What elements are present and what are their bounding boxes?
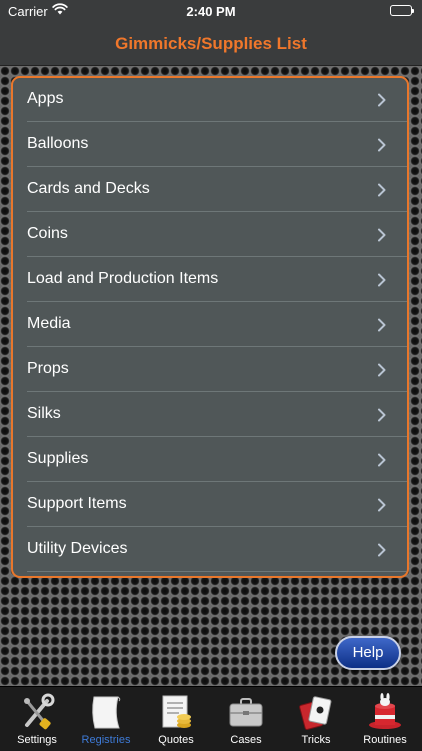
magic-hat-icon [369, 693, 401, 729]
chevron-right-icon [378, 273, 386, 287]
list-item-balloons[interactable]: Balloons [13, 123, 407, 167]
separator [27, 346, 407, 347]
tab-label: Registries [81, 734, 131, 746]
list-item-label: Utility Devices [27, 540, 128, 557]
tab-label: Routines [363, 734, 407, 746]
tab-label: Tricks [301, 734, 331, 746]
separator [27, 571, 407, 572]
separator [27, 256, 407, 257]
separator [27, 211, 407, 212]
separator [27, 121, 407, 122]
list-item-label: Props [27, 360, 69, 377]
status-bar: Carrier 2:40 PM [0, 0, 422, 24]
tab-label: Settings [17, 734, 57, 746]
playing-cards-icon [299, 696, 332, 730]
tab-tricks[interactable]: Tricks [281, 687, 351, 751]
list-item-cards-and-decks[interactable]: Cards and Decks [13, 168, 407, 212]
clock: 2:40 PM [186, 4, 236, 19]
list-item-label: Media [27, 315, 71, 332]
help-button[interactable]: Help [335, 636, 401, 670]
list-item-label: Apps [27, 90, 64, 107]
page-title: Gimmicks/Supplies List [115, 34, 307, 53]
list-item-label: Silks [27, 405, 61, 422]
navigation-bar: Gimmicks/Supplies List [0, 24, 422, 66]
chevron-right-icon [378, 363, 386, 377]
list-item-support-items[interactable]: Support Items [13, 483, 407, 527]
tab-label: Quotes [158, 734, 194, 746]
invoice-coins-icon [162, 695, 191, 728]
list-item-label: Cards and Decks [27, 180, 150, 197]
tab-bar: Settings Registries Quotes Cases Tricks … [0, 686, 422, 751]
list-item-label: Support Items [27, 495, 127, 512]
chevron-right-icon [378, 543, 386, 557]
list-item-label: Coins [27, 225, 68, 242]
briefcase-icon [229, 698, 263, 727]
tools-icon [24, 693, 55, 730]
chevron-right-icon [378, 318, 386, 332]
list-item-label: Supplies [27, 450, 89, 467]
separator [27, 301, 407, 302]
tab-quotes[interactable]: Quotes [141, 687, 211, 751]
chevron-right-icon [378, 183, 386, 197]
list-item-utility-devices[interactable]: Utility Devices [13, 528, 407, 572]
separator [27, 391, 407, 392]
list-item-load-and-production-items[interactable]: Load and Production Items [13, 258, 407, 302]
separator [27, 166, 407, 167]
separator [27, 526, 407, 527]
list-item-coins[interactable]: Coins [13, 213, 407, 257]
list-item-supplies[interactable]: Supplies [13, 438, 407, 482]
battery-icon [390, 5, 414, 16]
tab-routines[interactable]: Routines [350, 687, 420, 751]
chevron-right-icon [378, 453, 386, 467]
chevron-right-icon [378, 498, 386, 512]
list-item-label: Balloons [27, 135, 89, 152]
tab-label: Cases [230, 734, 262, 746]
tab-registries[interactable]: Registries [71, 687, 141, 751]
chevron-right-icon [378, 408, 386, 422]
category-list: Apps Balloons Cards and Decks Coins Load… [11, 76, 409, 578]
list-item-apps[interactable]: Apps [13, 78, 407, 122]
chevron-right-icon [378, 228, 386, 242]
paper-icon [92, 696, 121, 729]
chevron-right-icon [378, 93, 386, 107]
separator [27, 436, 407, 437]
separator [27, 481, 407, 482]
chevron-right-icon [378, 138, 386, 152]
list-item-media[interactable]: Media [13, 303, 407, 347]
tab-cases[interactable]: Cases [211, 687, 281, 751]
list-item-label: Load and Production Items [27, 270, 219, 287]
tab-settings[interactable]: Settings [2, 687, 72, 751]
list-item-silks[interactable]: Silks [13, 393, 407, 437]
list-item-props[interactable]: Props [13, 348, 407, 392]
